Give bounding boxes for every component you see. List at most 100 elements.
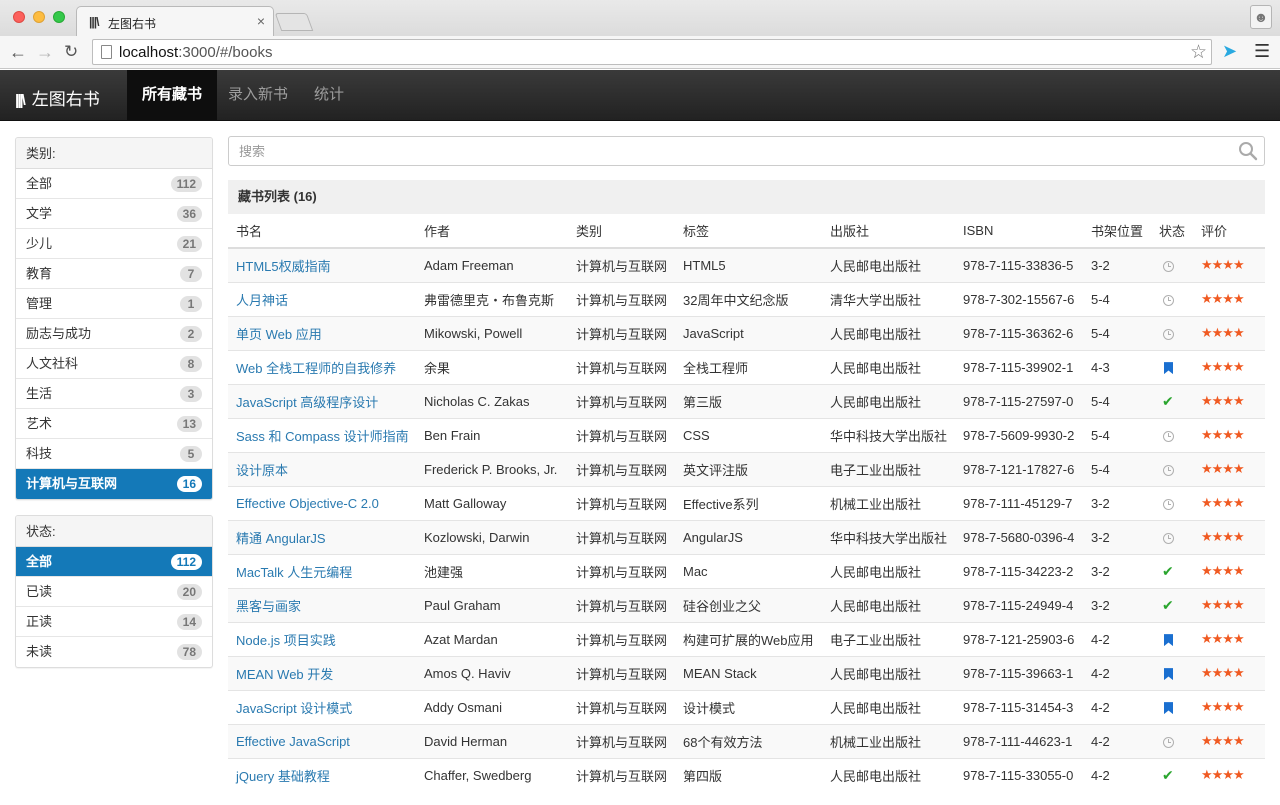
clock-icon[interactable] — [1163, 328, 1174, 340]
back-arrow-icon[interactable]: ← — [9, 40, 27, 64]
category-item[interactable]: 艺术 13 — [16, 409, 212, 439]
column-header-shelf[interactable]: 书架位置 — [1083, 214, 1151, 249]
cell-publisher: 人民邮电出版社 — [822, 689, 955, 724]
star-rating[interactable]: ★★★★ — [1201, 461, 1245, 476]
column-header-status[interactable]: 状态 — [1151, 214, 1193, 249]
book-title-link[interactable]: 人月神话 — [236, 293, 288, 308]
column-header-tag[interactable]: 标签 — [675, 214, 822, 249]
column-header-author[interactable]: 作者 — [416, 214, 568, 249]
column-header-isbn[interactable]: ISBN — [955, 214, 1083, 249]
check-icon[interactable]: ✔ — [1162, 563, 1174, 580]
star-rating[interactable]: ★★★★ — [1201, 665, 1245, 680]
status-filter-item[interactable]: 未读 78 — [16, 637, 212, 667]
star-rating[interactable]: ★★★★ — [1201, 495, 1245, 510]
search-icon[interactable] — [1238, 141, 1258, 161]
clock-icon[interactable] — [1163, 294, 1174, 306]
minimize-window-button[interactable] — [33, 11, 45, 23]
category-item[interactable]: 全部 112 — [16, 169, 212, 199]
maximize-window-button[interactable] — [53, 11, 65, 23]
menu-icon[interactable]: ☰ — [1254, 41, 1270, 62]
star-rating[interactable]: ★★★★ — [1201, 733, 1245, 748]
book-title-link[interactable]: Web 全栈工程师的自我修养 — [236, 361, 396, 376]
book-title-link[interactable]: 黑客与画家 — [236, 599, 301, 614]
book-title-link[interactable]: 单页 Web 应用 — [236, 327, 322, 342]
star-rating[interactable]: ★★★★ — [1201, 325, 1245, 340]
status-filter-item[interactable]: 全部 112 — [16, 547, 212, 577]
forward-arrow-icon[interactable]: → — [36, 40, 54, 64]
category-item[interactable]: 教育 7 — [16, 259, 212, 289]
check-icon[interactable]: ✔ — [1162, 767, 1174, 784]
book-title-link[interactable]: 设计原本 — [236, 463, 288, 478]
bookmark-icon[interactable] — [1164, 702, 1173, 715]
star-rating[interactable]: ★★★★ — [1201, 427, 1245, 442]
category-item[interactable]: 计算机与互联网 16 — [16, 469, 212, 499]
url-text[interactable]: localhost:3000/#/books — [119, 44, 272, 61]
bookmark-icon[interactable] — [1164, 634, 1173, 647]
category-item[interactable]: 励志与成功 2 — [16, 319, 212, 349]
column-header-rating[interactable]: 评价 — [1193, 214, 1265, 249]
send-icon[interactable]: ➤ — [1222, 41, 1237, 62]
star-rating[interactable]: ★★★★ — [1201, 359, 1245, 374]
clock-icon[interactable] — [1163, 498, 1174, 510]
book-title-link[interactable]: Node.js 项目实践 — [236, 633, 336, 648]
clock-icon[interactable] — [1163, 736, 1174, 748]
star-rating[interactable]: ★★★★ — [1201, 563, 1245, 578]
category-item[interactable]: 文学 36 — [16, 199, 212, 229]
book-title-link[interactable]: Effective Objective-C 2.0 — [236, 496, 379, 511]
book-title-link[interactable]: Effective JavaScript — [236, 734, 350, 749]
book-title-link[interactable]: jQuery 基础教程 — [236, 769, 330, 784]
category-item[interactable]: 管理 1 — [16, 289, 212, 319]
column-header-publisher[interactable]: 出版社 — [822, 214, 955, 249]
bookmark-icon[interactable] — [1164, 362, 1173, 375]
category-item[interactable]: 生活 3 — [16, 379, 212, 409]
star-rating[interactable]: ★★★★ — [1201, 291, 1245, 306]
clock-icon[interactable] — [1163, 430, 1174, 442]
cell-tag: Effective系列 — [675, 485, 822, 520]
book-title-link[interactable]: MEAN Web 开发 — [236, 667, 333, 682]
star-rating[interactable]: ★★★★ — [1201, 597, 1245, 612]
check-icon[interactable]: ✔ — [1162, 597, 1174, 614]
column-header-category[interactable]: 类别 — [568, 214, 675, 249]
status-filter-item[interactable]: 已读 20 — [16, 577, 212, 607]
tab-close-icon[interactable]: × — [257, 13, 265, 29]
column-header-title[interactable]: 书名 — [228, 214, 416, 249]
category-item-label: 人文社科 — [26, 356, 79, 371]
profile-icon[interactable]: ☻ — [1250, 5, 1272, 29]
book-title-link[interactable]: MacTalk 人生元编程 — [236, 565, 352, 580]
clock-icon[interactable] — [1163, 464, 1174, 476]
book-title-link[interactable]: JavaScript 高级程序设计 — [236, 395, 378, 410]
close-window-button[interactable] — [13, 11, 25, 23]
star-rating[interactable]: ★★★★ — [1201, 631, 1245, 646]
star-rating[interactable]: ★★★★ — [1201, 699, 1245, 714]
check-icon[interactable]: ✔ — [1162, 393, 1174, 410]
nav-add-book[interactable]: 录入新书 — [213, 70, 303, 120]
star-rating[interactable]: ★★★★ — [1201, 529, 1245, 544]
category-item[interactable]: 人文社科 8 — [16, 349, 212, 379]
nav-statistics[interactable]: 统计 — [299, 70, 359, 120]
book-title-link[interactable]: Sass 和 Compass 设计师指南 — [236, 429, 409, 444]
table-row: Sass 和 Compass 设计师指南 Ben Frain 计算机与互联网 CSS 华… — [228, 417, 1265, 452]
star-rating[interactable]: ★★★★ — [1201, 767, 1245, 782]
brand[interactable]: |||\ 左图右书 — [15, 85, 100, 110]
star-rating[interactable]: ★★★★ — [1201, 257, 1245, 272]
search-input[interactable] — [229, 137, 1229, 165]
address-bar[interactable]: localhost:3000/#/books ☆ — [92, 39, 1212, 65]
clock-icon[interactable] — [1163, 260, 1174, 272]
new-tab-button[interactable] — [274, 13, 314, 31]
nav-all-books[interactable]: 所有藏书 — [127, 70, 218, 120]
book-title-link[interactable]: HTML5权威指南 — [236, 259, 331, 274]
cell-isbn: 978-7-115-39663-1 — [955, 655, 1083, 690]
book-title-link[interactable]: JavaScript 设计模式 — [236, 701, 352, 716]
bookmark-star-icon[interactable]: ☆ — [1190, 41, 1207, 64]
cell-title: Sass 和 Compass 设计师指南 — [228, 417, 416, 452]
star-rating[interactable]: ★★★★ — [1201, 393, 1245, 408]
book-title-link[interactable]: 精通 AngularJS — [236, 531, 326, 546]
browser-tab[interactable]: |||\ 左图右书 × — [76, 6, 274, 36]
cell-title: 精通 AngularJS — [228, 519, 416, 554]
category-item[interactable]: 科技 5 — [16, 439, 212, 469]
reload-icon[interactable]: ↻ — [64, 40, 78, 64]
status-filter-item[interactable]: 正读 14 — [16, 607, 212, 637]
category-item[interactable]: 少儿 21 — [16, 229, 212, 259]
clock-icon[interactable] — [1163, 532, 1174, 544]
bookmark-icon[interactable] — [1164, 668, 1173, 681]
